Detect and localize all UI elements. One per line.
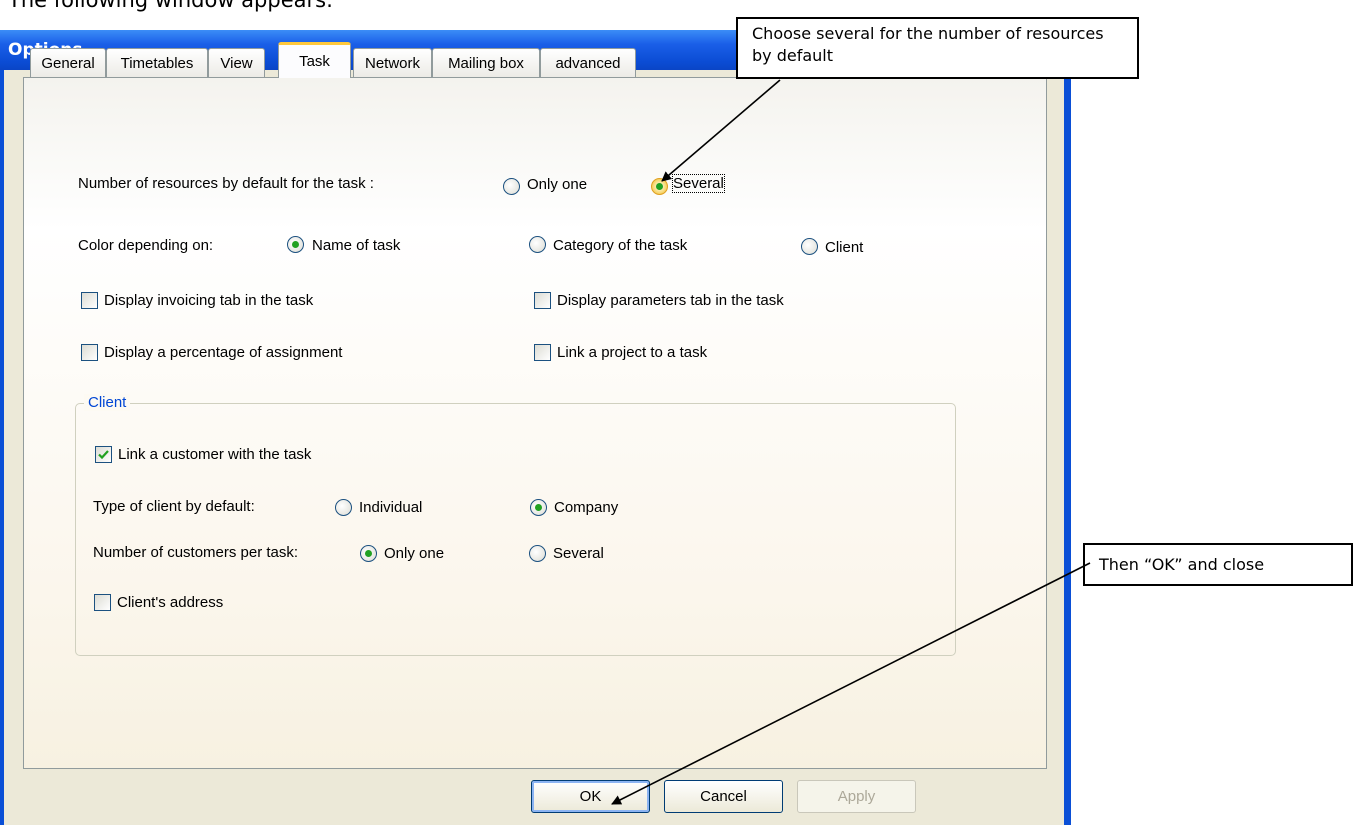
arrow-to-ok-button: [611, 562, 1091, 805]
annotation-arrows: [611, 79, 1091, 805]
arrow-to-several-radio: [661, 79, 781, 182]
